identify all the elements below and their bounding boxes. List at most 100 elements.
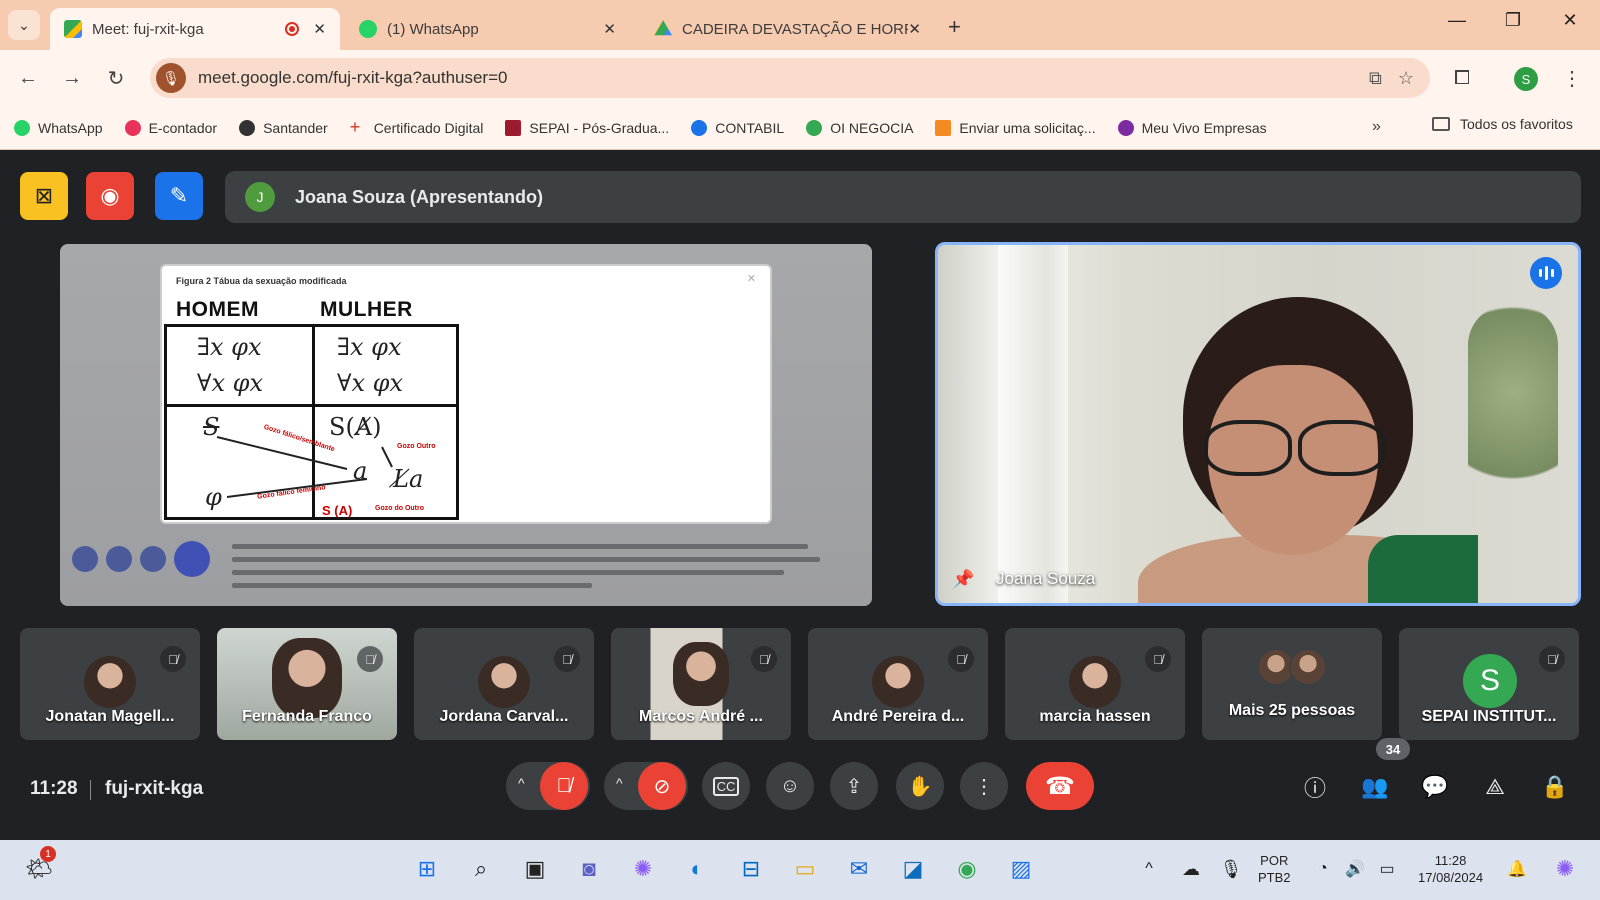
chat-button[interactable]: 💬 [1418,770,1452,804]
microphone-toggle-button[interactable]: 🎙̸ [540,762,588,810]
copilot-tray-icon[interactable]: ✺ [1548,852,1582,886]
search-icon[interactable]: ⌕ [464,852,498,886]
closed-captions-icon: CC [712,776,740,796]
system-clock[interactable]: 11:28 17/08/2024 [1418,852,1483,886]
leave-call-button[interactable]: ☎ [1026,762,1094,810]
more-options-button[interactable]: ⋮ [960,762,1008,810]
participant-tile[interactable]: 🎙̸ Jonatan Magell... [20,628,200,740]
activities-button[interactable]: ⟁ [1478,770,1512,804]
show-hidden-icons[interactable]: ^ [1132,852,1166,886]
camera-toggle-button[interactable]: ⊘ [638,762,686,810]
task-view-icon[interactable]: ▣ [518,852,552,886]
bookmark-certificado[interactable]: + Certificado Digital [350,118,484,136]
bookmark-oi-negocia[interactable]: OI NEGOCIA [806,119,913,136]
video-options-icon[interactable]: ^ [616,775,623,791]
restore-icon[interactable]: ❐ [1498,10,1528,31]
participant-tile[interactable]: 🎙̸ André Pereira d... [808,628,988,740]
copilot-icon[interactable]: ✺ [626,852,660,886]
wifi-icon[interactable]: ◔ [1306,852,1340,886]
bookmark-whatsapp[interactable]: WhatsApp [14,119,103,136]
reload-icon[interactable]: ↻ [102,64,130,92]
annotate-button[interactable]: ✎ [155,172,203,220]
tab-meet[interactable]: Meet: fuj-rxit-kga ✕ [50,8,340,50]
participant-tile[interactable]: 🎙̸ marcia hassen [1005,628,1185,740]
viewer-control[interactable] [140,546,166,572]
whatsapp-icon [359,20,377,38]
close-tab-icon[interactable]: ✕ [908,20,921,38]
more-participants-tile[interactable]: Mais 25 pessoas [1202,628,1382,740]
outlook-icon[interactable]: ◪ [896,852,930,886]
tab-drive[interactable]: CADEIRA DEVASTAÇÃO E HORF ✕ [640,8,935,50]
menu-kebab-icon[interactable]: ⋮ [1558,64,1586,92]
raise-hand-button[interactable]: ✋ [896,762,944,810]
reactions-button[interactable]: ☺ [766,762,814,810]
speaker-video-glasses [1200,420,1390,476]
viewer-control[interactable] [72,546,98,572]
profile-avatar[interactable]: S [1514,67,1538,91]
bookmark-star-icon[interactable]: ☆ [1398,68,1414,89]
file-explorer-icon[interactable]: ▭ [788,852,822,886]
close-window-icon[interactable]: ✕ [1555,10,1585,31]
tab-whatsapp[interactable]: (1) WhatsApp ✕ [345,8,630,50]
bookmark-meu-vivo[interactable]: Meu Vivo Empresas [1117,119,1267,136]
captions-button[interactable]: CC [702,762,750,810]
photos-icon[interactable]: ▨ [1004,852,1038,886]
notifications-bell-icon[interactable]: 🔔 [1500,852,1534,886]
more-bookmarks-icon[interactable]: » [1372,118,1381,136]
back-icon[interactable]: ← [14,64,42,92]
present-button[interactable]: ⇪ [830,762,878,810]
shapes-icon: ⟁ [1485,774,1505,799]
participant-tile[interactable]: 🎙̸ Jordana Carval... [414,628,594,740]
close-tab-icon[interactable]: ✕ [313,20,326,38]
audio-options-icon[interactable]: ^ [518,775,525,791]
onedrive-icon[interactable]: ☁ [1174,852,1208,886]
stop-presenting-button[interactable]: ⊠ [20,172,68,220]
bookmark-enviar-solicitacao[interactable]: Enviar uma solicitaç... [935,119,1096,136]
battery-icon[interactable]: ▭ [1370,852,1404,886]
url-text[interactable]: meet.google.com/fuj-rxit-kga?authuser=0 [198,68,1369,88]
windows-start-icon[interactable]: ⊞ [410,852,444,886]
whatsapp-icon [14,119,30,136]
chrome-icon[interactable]: ◉ [950,852,984,886]
people-button[interactable]: 👥 [1358,770,1392,804]
language-indicator[interactable]: POR PTB2 [1258,852,1291,886]
pin-icon[interactable]: 📌 [952,569,974,591]
microphone-in-use-icon[interactable]: 🎙 [156,63,186,93]
store-icon[interactable]: ⊟ [734,852,768,886]
viewer-control[interactable] [106,546,132,572]
formula-man-forall: ∀x φx [197,369,263,397]
participant-tile[interactable]: 🎙̸ Marcos André ... [611,628,791,740]
close-figure-icon[interactable]: ✕ [747,272,756,285]
more-options-button[interactable] [174,541,210,577]
microphone-tray-icon[interactable]: 🎙 [1214,852,1248,886]
minimize-icon[interactable]: — [1442,10,1472,31]
speaking-indicator-icon [1530,257,1562,289]
forward-icon[interactable]: → [58,64,86,92]
teams-chat-icon[interactable]: ◙ [572,852,606,886]
shared-screen-tile[interactable]: Figura 2 Tábua da sexuação modificada ✕ … [60,244,872,606]
participant-tile[interactable]: 🎙̸ Fernanda Franco [217,628,397,740]
bookmark-santander[interactable]: Santander [239,119,328,136]
figure-popup: Figura 2 Tábua da sexuação modificada ✕ … [162,266,770,522]
address-bar[interactable]: 🎙 meet.google.com/fuj-rxit-kga?authuser=… [150,58,1430,98]
open-in-new-icon[interactable]: ⧉ [1369,68,1382,89]
all-bookmarks-button[interactable]: Todos os favoritos [1432,116,1573,132]
meeting-code[interactable]: fuj-rxit-kga [105,778,203,800]
edge-icon[interactable]: ◐ [680,852,714,886]
meeting-details-button[interactable]: ⓘ [1298,770,1332,804]
bookmark-sepai[interactable]: SEPAI - Pós-Gradua... [505,119,669,136]
volume-icon[interactable]: 🔊 [1338,852,1372,886]
mail-icon[interactable]: ✉ [842,852,876,886]
video-plant [1468,305,1558,525]
participant-name: Jonatan Magell... [45,708,175,725]
tab-search-button[interactable]: ⌄ [8,10,40,40]
active-speaker-tile[interactable]: 📌 Joana Souza [935,242,1581,606]
bookmark-e-contador[interactable]: E-contador [124,119,217,136]
participant-tile[interactable]: S 🎙̸ SEPAI INSTITUT... [1399,628,1579,740]
bookmark-contabil[interactable]: CONTABIL [691,119,784,136]
extensions-icon[interactable]: ⧠ [1448,64,1476,92]
new-tab-button[interactable]: + [948,14,961,40]
recording-button[interactable]: ◉ [86,172,134,220]
close-tab-icon[interactable]: ✕ [603,20,616,38]
host-controls-button[interactable]: 🔒 [1538,770,1572,804]
